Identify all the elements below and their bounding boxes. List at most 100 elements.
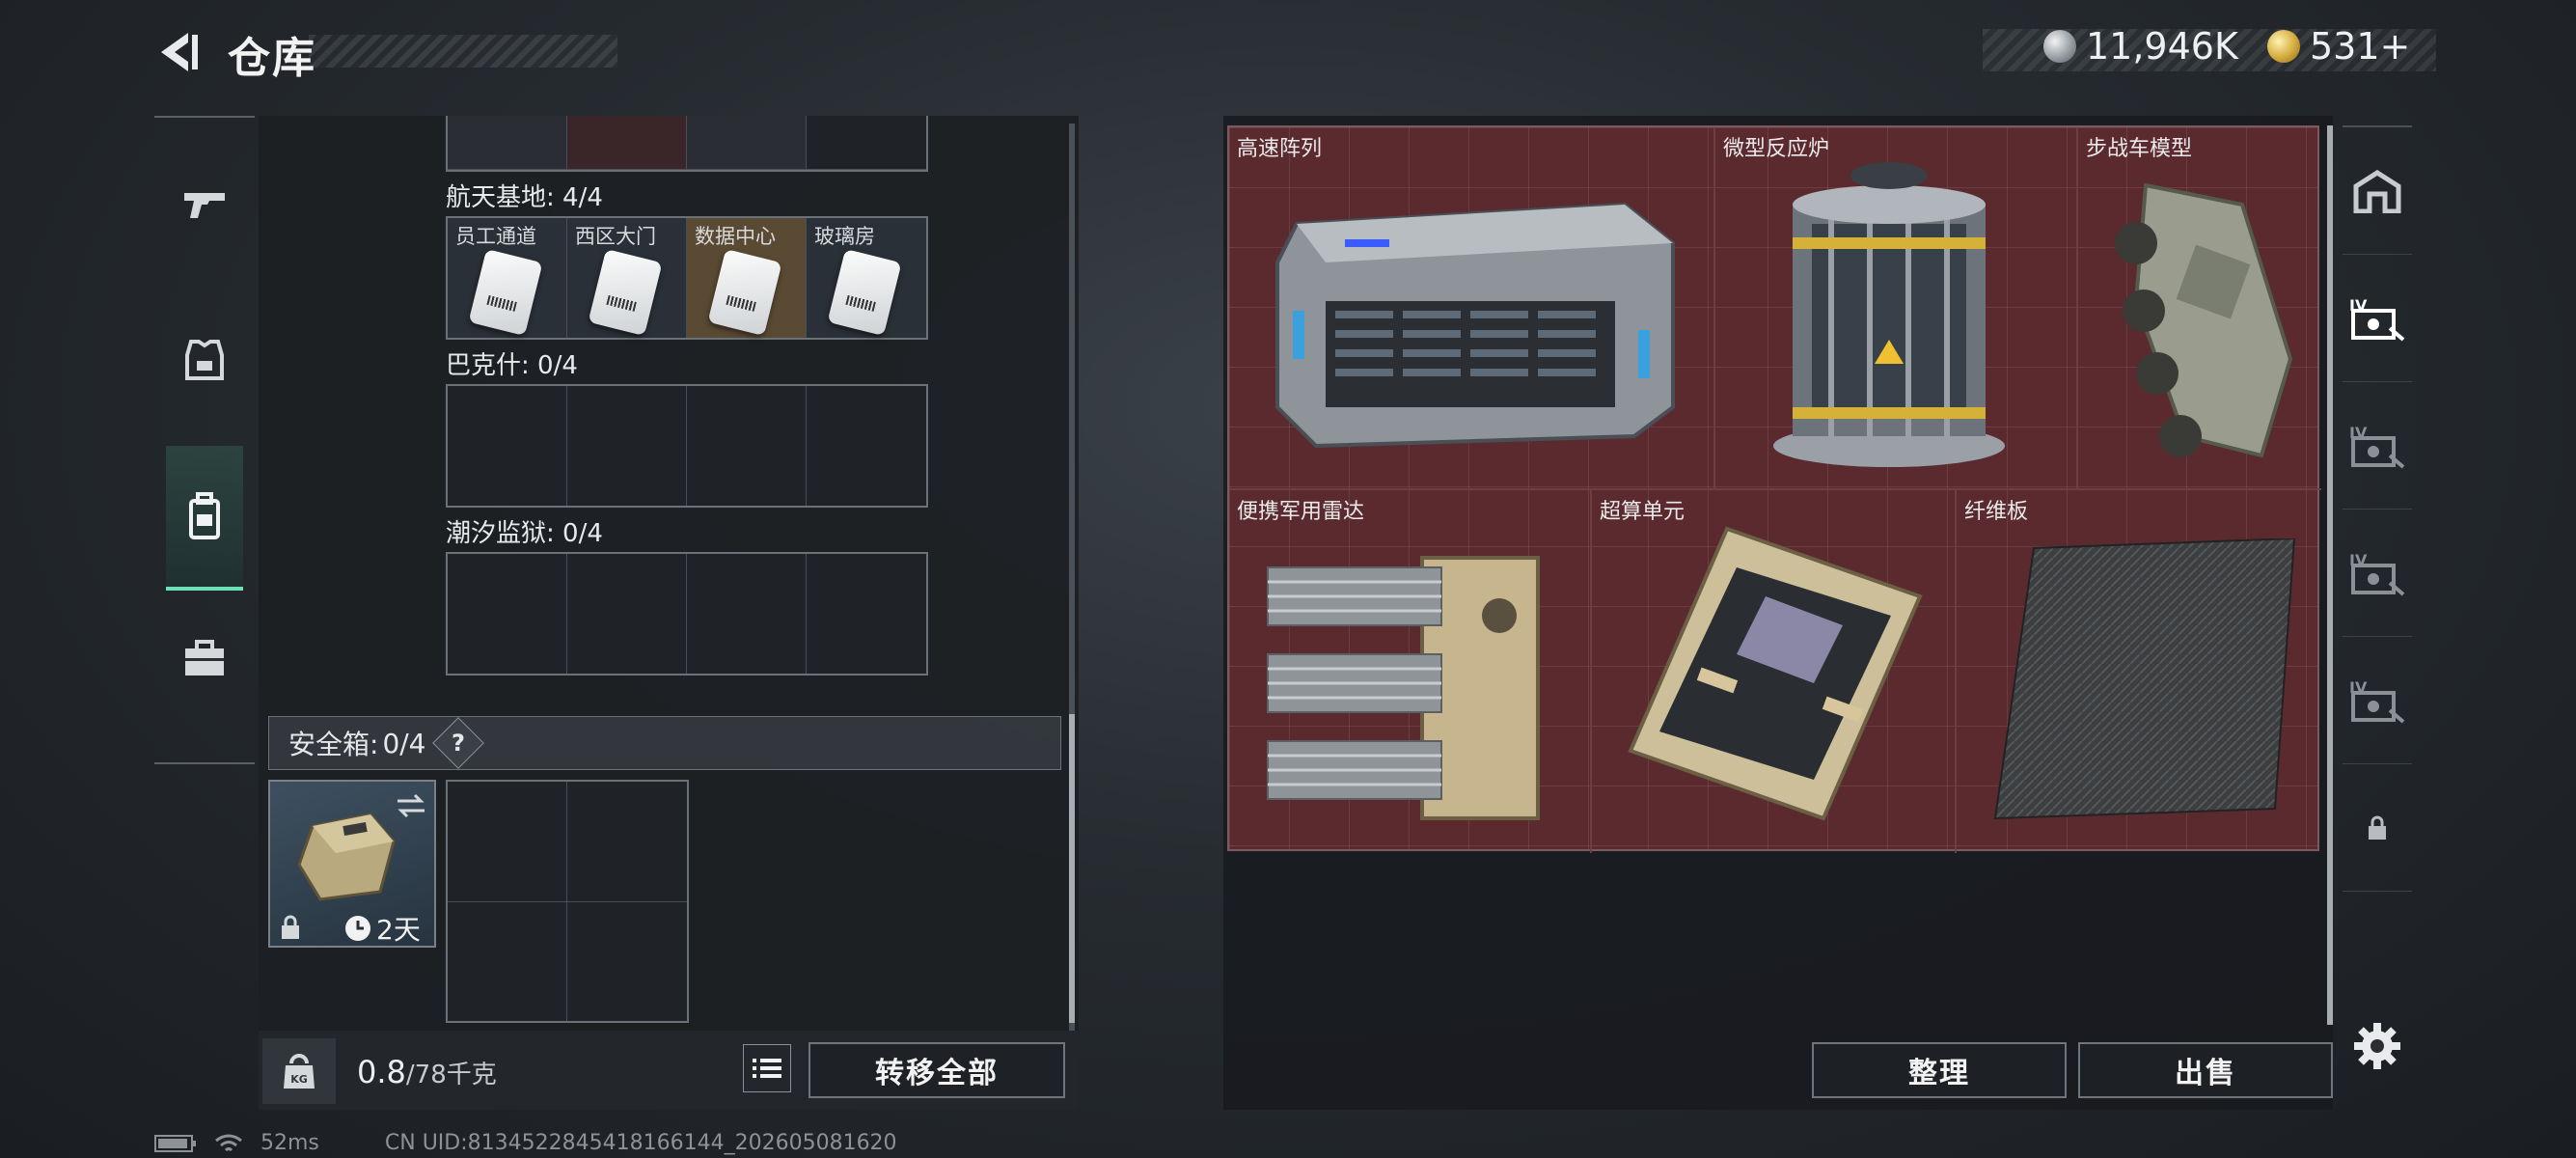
item-micro-reactor[interactable]: 微型反应炉: [1715, 127, 2078, 490]
container-scrollbar[interactable]: [2327, 125, 2333, 1025]
slot-label: 员工通道: [455, 225, 536, 248]
sell-button[interactable]: 出售: [2078, 1042, 2333, 1098]
empty-slot[interactable]: [807, 554, 926, 674]
item-name: 纤维板: [1964, 500, 2029, 524]
safe-container-icon: IV: [2349, 678, 2405, 724]
battery-icon: [154, 1134, 196, 1152]
premium-coin-icon: [2267, 30, 2300, 63]
item-high-speed-array[interactable]: 高速阵列: [1229, 127, 1715, 490]
keycard-slot[interactable]: 员工通道: [448, 218, 567, 338]
safe-box-header: 安全箱: 0/4 ?: [268, 716, 1061, 770]
toolbox-icon: [185, 640, 224, 676]
backpack-icon: [189, 492, 220, 539]
nav-weapons[interactable]: [154, 156, 255, 253]
item-supercomputer-unit[interactable]: 超算单元: [1592, 490, 1957, 853]
list-icon: [753, 1059, 781, 1078]
coin-amount: 11,946K: [2086, 25, 2238, 68]
empty-slot[interactable]: [687, 386, 807, 506]
lock-icon: [2369, 815, 2386, 840]
premium-balance[interactable]: 531+: [2267, 25, 2410, 68]
nav-locked-slot[interactable]: [2343, 764, 2412, 892]
title-decoration: [309, 35, 617, 68]
fiber-board-icon: [1993, 538, 2296, 820]
wifi-icon: [215, 1134, 242, 1151]
keycard-slot[interactable]: 西区大门: [567, 218, 687, 338]
transfer-all-button[interactable]: 转移全部: [808, 1042, 1065, 1098]
gun-icon: [184, 193, 225, 218]
empty-slot[interactable]: [448, 554, 567, 674]
empty-slot[interactable]: [567, 386, 687, 506]
organize-button[interactable]: 整理: [1812, 1042, 2067, 1098]
empty-slot[interactable]: [567, 902, 687, 1022]
weight-current: 0.8: [357, 1054, 406, 1090]
grid-slot[interactable]: [687, 116, 807, 170]
tidal-prison-grid: [446, 552, 928, 676]
nav-container-tier[interactable]: IV: [2343, 637, 2412, 764]
empty-slot[interactable]: [807, 386, 926, 506]
previous-section-grid: [446, 116, 928, 172]
device-status-bar: 52ms CN UID:8134522845418166144_20260508…: [154, 1131, 897, 1155]
grid-slot[interactable]: [448, 116, 567, 170]
page-title: 仓库: [228, 34, 316, 83]
item-ifv-model[interactable]: 步战车模型: [2078, 127, 2321, 490]
grid-slot[interactable]: [807, 116, 926, 170]
section-title-space-base: 航天基地: 4/4: [446, 183, 603, 212]
empty-slot[interactable]: [687, 554, 807, 674]
keycard-icon: [827, 248, 902, 337]
nav-container-tier[interactable]: IV: [2343, 510, 2412, 637]
storage-scroll-thumb[interactable]: [1069, 714, 1075, 1023]
safe-box-label: 安全箱:: [288, 729, 379, 760]
keycard-slot[interactable]: 玻璃房: [807, 218, 926, 338]
container-nav: IV IV IV IV: [2343, 125, 2412, 897]
nav-armor[interactable]: [154, 311, 255, 407]
bakhsh-grid: [446, 384, 928, 508]
armor-icon: [185, 340, 224, 380]
empty-slot[interactable]: [448, 782, 567, 902]
empty-slot[interactable]: [567, 554, 687, 674]
empty-slot[interactable]: [448, 386, 567, 506]
weight-readout: 0.8/78千克: [357, 1054, 497, 1090]
ifv-model-icon: [2115, 182, 2293, 458]
lock-icon: [282, 915, 299, 939]
premium-amount: 531+: [2310, 25, 2411, 68]
timer-text: 2天: [376, 914, 421, 946]
section-title-bakhsh: 巴克什: 0/4: [446, 351, 578, 380]
slot-label: 西区大门: [575, 225, 656, 248]
supercomputer-board-icon: [1628, 526, 1923, 821]
weight-max: /78千克: [405, 1061, 497, 1089]
nav-toolbox[interactable]: [154, 610, 255, 706]
kettlebell-icon: KG: [284, 1054, 315, 1089]
coin-balance: 11,946K: [2043, 25, 2238, 68]
safe-box-case-icon: [297, 813, 396, 901]
stash-icon: [2353, 169, 2401, 213]
keycard-slot[interactable]: 数据中心: [687, 218, 807, 338]
nav-backpack[interactable]: [166, 446, 243, 591]
clock-icon: [345, 916, 370, 941]
keycard-icon: [707, 248, 782, 337]
safe-container-icon: IV: [2349, 551, 2405, 596]
keycard-icon: [468, 248, 543, 337]
item-portable-radar[interactable]: 便携军用雷达: [1229, 490, 1592, 853]
nav-container-tier[interactable]: IV: [2343, 382, 2412, 510]
settings-gear-icon[interactable]: [2352, 1021, 2402, 1071]
container-grid: 高速阵列 微型反应炉 步战车模型 便携军用雷达 超算单元 纤维板: [1227, 125, 2321, 853]
item-name: 高速阵列: [1237, 137, 1323, 161]
space-base-grid: 员工通道 西区大门 数据中心 玻璃房: [446, 216, 928, 340]
keycard-icon: [588, 248, 663, 337]
item-name: 便携军用雷达: [1237, 500, 1365, 524]
empty-slot[interactable]: [448, 901, 567, 1021]
item-fiber-board[interactable]: 纤维板: [1957, 490, 2321, 853]
safe-container-icon: IV: [2349, 296, 2405, 342]
coin-icon: [2043, 30, 2076, 63]
empty-slot[interactable]: [567, 782, 687, 902]
back-button[interactable]: [150, 27, 207, 77]
section-title-tidal-prison: 潮汐监狱: 0/4: [446, 519, 603, 548]
list-view-button[interactable]: [743, 1044, 791, 1092]
swap-icon[interactable]: [394, 791, 428, 820]
nav-container-tier-active[interactable]: IV: [2343, 255, 2412, 382]
nav-stash-home[interactable]: [2343, 127, 2412, 255]
weight-icon: KG: [262, 1038, 336, 1104]
safe-box-item[interactable]: 2天: [268, 780, 436, 948]
help-button[interactable]: ?: [431, 717, 484, 769]
grid-slot[interactable]: [567, 116, 687, 170]
